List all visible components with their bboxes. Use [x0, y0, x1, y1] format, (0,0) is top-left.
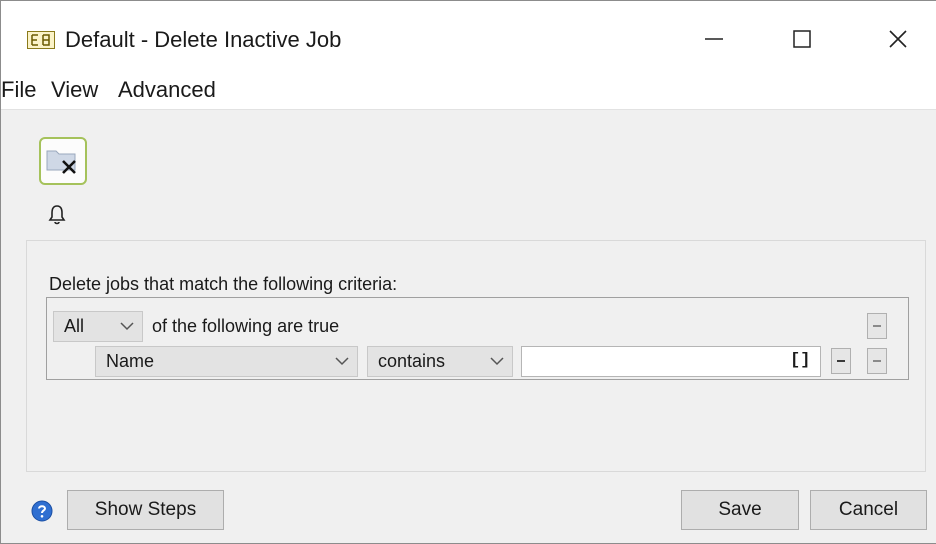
menu-view[interactable]: View [51, 77, 98, 103]
close-button[interactable] [875, 19, 921, 59]
remove-rule-button[interactable] [831, 348, 851, 374]
match-mode-select[interactable]: All [53, 311, 143, 342]
save-button[interactable]: Save [681, 490, 799, 530]
maximize-icon [793, 30, 811, 48]
chevron-down-icon [120, 322, 134, 331]
minus-icon [837, 360, 845, 362]
variable-picker-indicator[interactable]: [] [790, 350, 810, 372]
cancel-button[interactable]: Cancel [810, 490, 927, 530]
bell-icon[interactable] [47, 204, 67, 226]
show-steps-button[interactable]: Show Steps [67, 490, 224, 530]
menu-bar: File View Advanced [1, 73, 936, 110]
close-icon [889, 30, 907, 48]
remove-rule-alt-button[interactable] [867, 348, 887, 374]
remove-group-button[interactable] [867, 313, 887, 339]
field-select[interactable]: Name [95, 346, 358, 377]
match-mode-value: All [64, 316, 85, 336]
app-icon [27, 31, 55, 49]
minus-icon [873, 360, 881, 362]
dialog-content: Delete jobs that match the following cri… [1, 110, 936, 543]
dialog-window: Default - Delete Inactive Job File View … [0, 0, 936, 544]
help-icon[interactable] [31, 500, 53, 522]
menu-advanced[interactable]: Advanced [118, 77, 216, 103]
criteria-panel: Delete jobs that match the following cri… [26, 240, 926, 472]
minimize-icon [705, 38, 723, 40]
match-suffix-text: of the following are true [152, 316, 340, 336]
maximize-button[interactable] [779, 19, 825, 59]
minus-icon [873, 325, 881, 327]
chevron-down-icon [490, 357, 504, 366]
value-input[interactable] [521, 346, 821, 377]
chevron-down-icon [335, 357, 349, 366]
minimize-button[interactable] [691, 19, 737, 59]
field-value: Name [106, 351, 155, 371]
menu-file[interactable]: File [1, 77, 36, 103]
folder-delete-icon [46, 150, 76, 174]
delete-job-icon[interactable] [39, 137, 87, 185]
operator-value: contains [378, 351, 446, 371]
criteria-group: All of the following are true Name conta… [46, 297, 909, 380]
window-title: Default - Delete Inactive Job [65, 27, 342, 52]
operator-select[interactable]: contains [367, 346, 513, 377]
title-bar[interactable]: Default - Delete Inactive Job [1, 1, 936, 73]
criteria-heading: Delete jobs that match the following cri… [49, 274, 398, 294]
